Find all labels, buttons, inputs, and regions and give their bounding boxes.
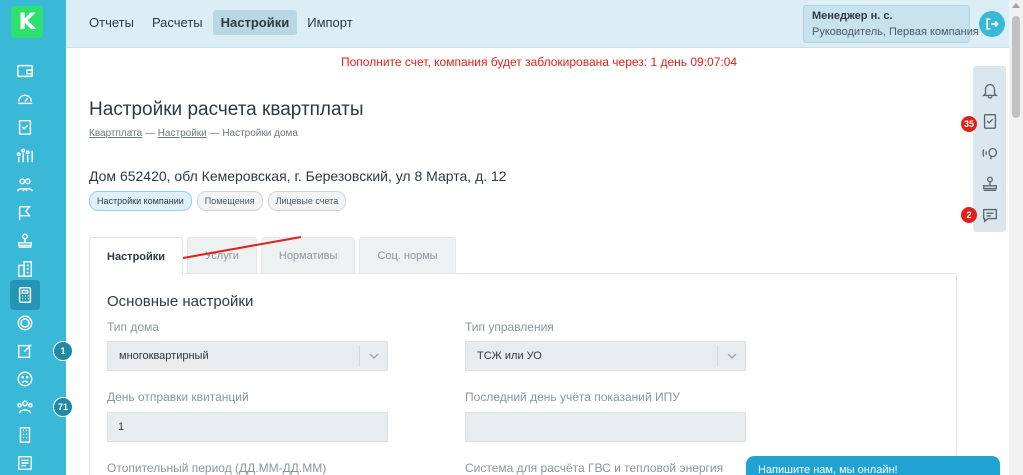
house-type-label: Тип дома xyxy=(107,320,159,334)
edit-icon[interactable] xyxy=(15,341,35,361)
breadcrumb-settings[interactable]: Настройки xyxy=(158,128,207,139)
user-name: Менеджер н. с. xyxy=(812,10,893,22)
tab-social-norms[interactable]: Соц. нормы xyxy=(359,237,456,273)
group-badge: 71 xyxy=(53,397,73,417)
page-scrollbar[interactable] xyxy=(1009,0,1023,475)
user-role: Руководитель, Первая компания xyxy=(812,26,979,38)
settings-tabs: Настройки Услуги Нормативы Соц. нормы xyxy=(89,237,456,275)
buildings-icon[interactable] xyxy=(15,259,35,279)
logo-letter: K xyxy=(18,9,36,35)
right-panel xyxy=(973,66,1006,232)
send-day-input[interactable]: 1 xyxy=(107,412,388,442)
top-bar: Отчеты Расчеты Настройки Импорт Менеджер… xyxy=(66,0,1009,48)
sad-face-icon[interactable] xyxy=(15,369,35,389)
chip-company-settings[interactable]: Настройки компании xyxy=(89,191,192,211)
house-type-value: многоквартирный xyxy=(119,350,209,362)
logout-icon xyxy=(986,18,999,30)
page-title: Настройки расчета квартплаты xyxy=(89,99,364,120)
heating-period-label: Отопительный период (ДД.ММ-ДД.ММ) xyxy=(107,461,327,475)
nav-reports[interactable]: Отчеты xyxy=(81,10,142,35)
nav-calculations[interactable]: Расчеты xyxy=(144,10,211,35)
tab-norms[interactable]: Нормативы xyxy=(260,237,356,273)
house-type-select[interactable]: многоквартирный xyxy=(107,341,388,371)
top-nav: Отчеты Расчеты Настройки Импорт xyxy=(81,10,361,35)
wallet-icon[interactable] xyxy=(15,61,35,81)
logout-button[interactable] xyxy=(979,11,1005,37)
chart-icon[interactable] xyxy=(15,146,35,166)
section-title: Основные настройки xyxy=(107,293,254,310)
breadcrumb-current: Настройки дома xyxy=(222,128,298,139)
hot-water-system-label: Система для расчёта ГВС и тепловой энерг… xyxy=(465,461,724,475)
management-type-select[interactable]: ТСЖ или УО xyxy=(465,341,746,371)
last-meter-day-input[interactable] xyxy=(465,412,746,442)
nav-import[interactable]: Импорт xyxy=(299,10,360,35)
bell-icon[interactable] xyxy=(980,80,1000,100)
billing-alert: Пополните счет, компания будет заблокиро… xyxy=(341,55,738,69)
people-icon[interactable] xyxy=(15,175,35,195)
tab-settings[interactable]: Настройки xyxy=(89,237,184,275)
house-chips: Настройки компании Помещения Лицевые сче… xyxy=(89,191,347,211)
send-day-label: День отправки квитанций xyxy=(107,390,249,404)
nav-settings[interactable]: Настройки xyxy=(212,10,298,35)
dashboard-icon[interactable] xyxy=(15,88,35,108)
house-address: Дом 652420, обл Кемеровская, г. Березовс… xyxy=(89,168,507,184)
message-icon[interactable] xyxy=(980,205,1000,225)
tasks-icon[interactable] xyxy=(980,111,1000,131)
broadcast-icon[interactable] xyxy=(980,143,1000,163)
last-meter-day-label: Последний день учёта показаний ИПУ xyxy=(465,390,680,404)
stamp-icon[interactable] xyxy=(15,231,35,251)
sidebar: K 1 71 xyxy=(0,0,73,475)
checklist-icon[interactable] xyxy=(15,117,35,137)
edit-badge: 1 xyxy=(53,341,73,361)
tab-services[interactable]: Услуги xyxy=(187,237,257,273)
breadcrumb: Квартплата — Настройки — Настройки дома xyxy=(89,128,298,139)
chevron-down-icon xyxy=(717,345,745,367)
breadcrumb-separator: — xyxy=(144,128,155,139)
message-badge: 2 xyxy=(961,207,977,223)
management-type-value: ТСЖ или УО xyxy=(477,350,542,362)
scroll-up-arrow[interactable] xyxy=(1012,3,1020,8)
chip-premises[interactable]: Помещения xyxy=(196,191,263,211)
building-icon[interactable] xyxy=(15,425,35,445)
coin-icon[interactable] xyxy=(15,313,35,333)
chip-accounts[interactable]: Лицевые счета xyxy=(267,191,347,211)
management-type-label: Тип управления xyxy=(465,320,554,334)
document-icon[interactable] xyxy=(15,453,35,473)
calculator-icon[interactable] xyxy=(10,280,40,310)
chevron-down-icon xyxy=(359,345,387,367)
flag-icon[interactable] xyxy=(15,203,35,223)
app-logo[interactable]: K xyxy=(11,6,43,38)
tasks-badge: 35 xyxy=(961,116,978,132)
stamp-icon[interactable] xyxy=(980,174,1000,194)
breadcrumb-separator: — xyxy=(209,128,220,139)
scroll-thumb[interactable] xyxy=(1012,16,1020,118)
user-menu[interactable]: Менеджер н. с. Руководитель, Первая комп… xyxy=(803,5,979,43)
group-icon[interactable] xyxy=(15,397,35,417)
online-chat-button[interactable]: Напишите нам, мы онлайн! xyxy=(746,456,1000,475)
breadcrumb-rent[interactable]: Квартплата xyxy=(89,128,142,139)
